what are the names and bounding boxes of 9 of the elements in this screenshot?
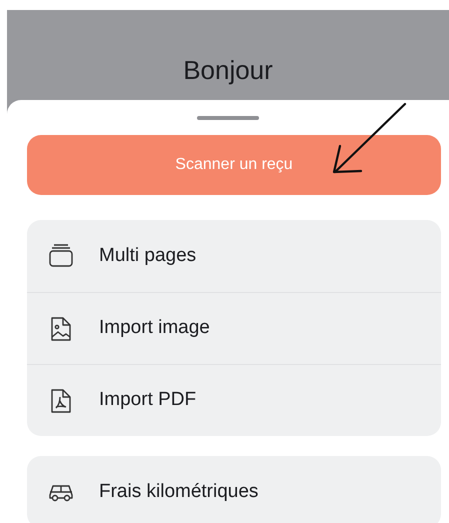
menu-item[interactable]: Multi pages <box>27 220 441 292</box>
pdf-file-icon <box>50 388 72 414</box>
stack-icon <box>48 243 74 269</box>
menu-item[interactable]: Import image <box>27 292 441 364</box>
image-file-icon <box>50 316 72 342</box>
drag-handle[interactable] <box>197 116 259 120</box>
menu-item[interactable]: Frais kilométriques <box>27 456 441 523</box>
page-title: Bonjour <box>183 54 273 86</box>
menu-item[interactable]: Import PDF <box>27 364 441 436</box>
